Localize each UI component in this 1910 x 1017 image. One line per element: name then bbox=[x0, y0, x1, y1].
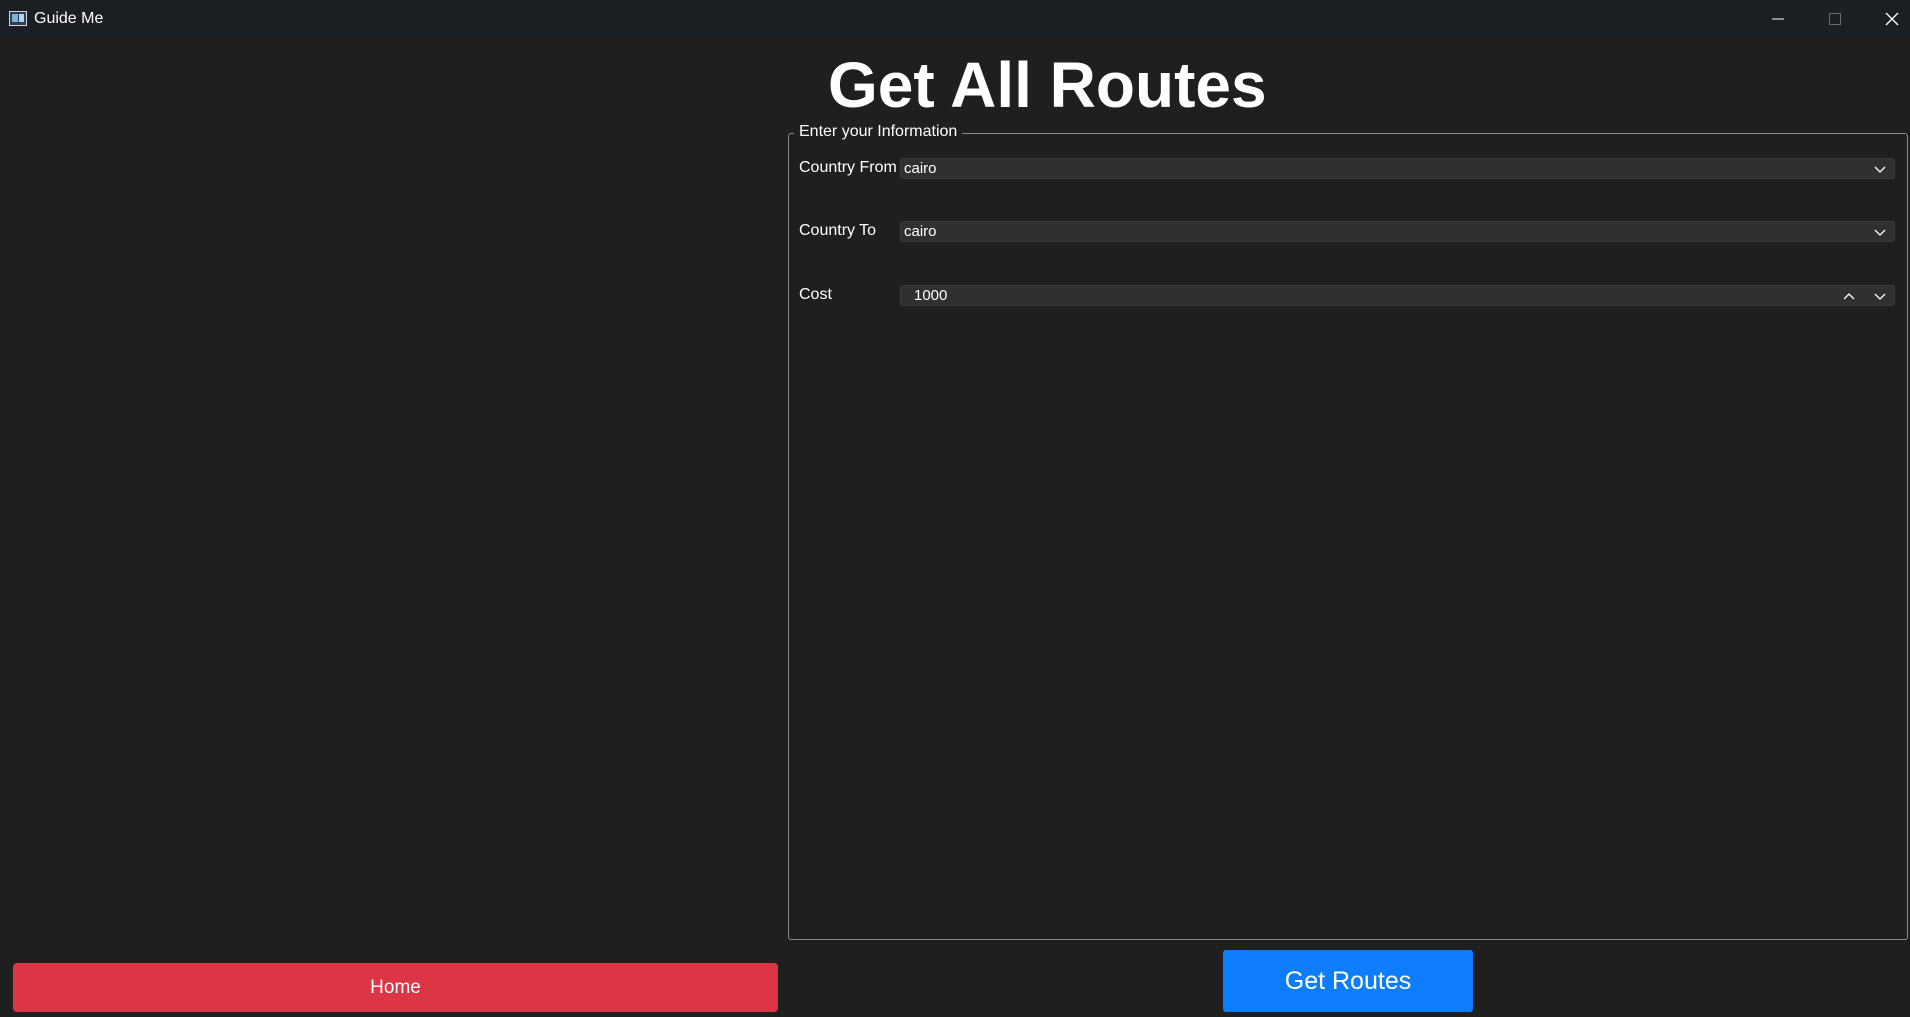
country-from-label: Country From bbox=[799, 159, 897, 176]
home-button[interactable]: Home bbox=[13, 963, 778, 1012]
chevron-down-icon bbox=[1874, 166, 1886, 173]
country-to-select[interactable]: cairo bbox=[900, 221, 1895, 242]
app-window-icon bbox=[9, 11, 27, 26]
maximize-icon bbox=[1829, 13, 1841, 25]
country-from-select[interactable]: cairo bbox=[900, 158, 1895, 179]
maximize-button[interactable] bbox=[1807, 0, 1863, 38]
chevron-down-icon[interactable] bbox=[1873, 289, 1887, 303]
close-button[interactable] bbox=[1864, 0, 1910, 38]
chevron-up-icon[interactable] bbox=[1842, 289, 1856, 303]
country-to-value: cairo bbox=[904, 223, 937, 240]
page-title: Get All Routes bbox=[828, 49, 1267, 121]
close-icon bbox=[1885, 12, 1899, 26]
cost-spinbox[interactable]: 1000 bbox=[900, 285, 1895, 306]
minimize-icon bbox=[1772, 18, 1784, 20]
window-title: Guide Me bbox=[34, 10, 104, 27]
cost-label: Cost bbox=[799, 286, 832, 303]
groupbox-title: Enter your Information bbox=[794, 123, 963, 141]
minimize-button[interactable] bbox=[1750, 0, 1806, 38]
country-from-value: cairo bbox=[904, 160, 937, 177]
chevron-down-icon bbox=[1874, 229, 1886, 236]
information-groupbox bbox=[788, 133, 1908, 940]
get-routes-button[interactable]: Get Routes bbox=[1223, 950, 1473, 1012]
country-to-label: Country To bbox=[799, 222, 877, 239]
window-titlebar[interactable]: Guide Me bbox=[0, 0, 1910, 38]
cost-value: 1000 bbox=[914, 287, 948, 304]
